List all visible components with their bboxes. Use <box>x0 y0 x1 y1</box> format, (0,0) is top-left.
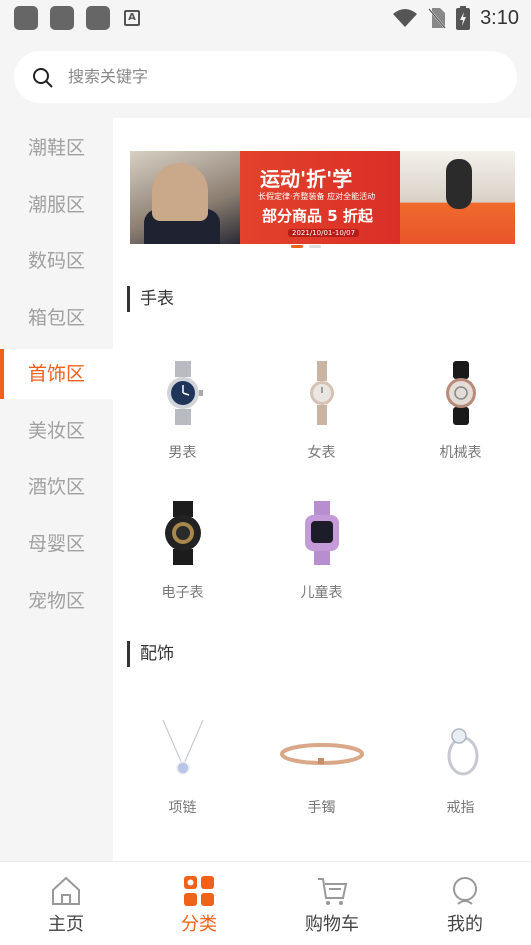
no-sim-icon <box>428 8 446 29</box>
banner-date: 2021/10/01-10/07 <box>288 229 360 237</box>
notification-icon <box>14 6 38 30</box>
sidebar-item-beauty[interactable]: 美妆区 <box>0 406 113 456</box>
search-bar[interactable]: 搜索关键字 <box>14 51 517 103</box>
keyboard-indicator-icon: A <box>124 10 140 26</box>
search-icon <box>33 68 53 88</box>
digital-watch-icon <box>151 501 215 565</box>
category-sidebar: 潮鞋区 潮服区 数码区 箱包区 首饰区 美妆区 酒饮区 母婴区 宠物区 <box>0 118 113 861</box>
pagination-dot <box>291 245 303 248</box>
tab-cart[interactable]: 购物车 <box>266 862 398 936</box>
banner-model-image <box>152 163 208 221</box>
category-item-label: 机械表 <box>439 445 482 461</box>
kids-watch-icon <box>290 501 354 565</box>
category-item-womens-watch[interactable]: 女表 <box>252 361 391 462</box>
tab-label: 我的 <box>447 914 483 935</box>
clock: 3:10 <box>480 6 519 29</box>
sidebar-item-pets[interactable]: 宠物区 <box>0 576 113 626</box>
category-item-kids-watch[interactable]: 儿童表 <box>252 501 391 602</box>
sidebar-item-jewelry[interactable]: 首饰区 <box>0 349 113 399</box>
category-item-label: 女表 <box>307 445 336 461</box>
category-item-label: 儿童表 <box>300 585 343 601</box>
category-item-label: 电子表 <box>161 585 204 601</box>
profile-icon <box>448 874 482 908</box>
sidebar-item-clothing[interactable]: 潮服区 <box>0 180 113 230</box>
promo-banner[interactable]: 运动'折'学 长假定律·齐整装备 应对全能活动 部分商品 5 折起 2021/1… <box>130 151 515 244</box>
category-item-mens-watch[interactable]: 男表 <box>113 361 252 462</box>
tab-category[interactable]: 分类 <box>133 862 265 936</box>
mens-watch-icon <box>151 361 215 425</box>
cart-icon <box>315 874 349 908</box>
category-item-digital-watch[interactable]: 电子表 <box>113 501 252 602</box>
status-bar: A 3:10 <box>0 0 531 38</box>
tab-profile[interactable]: 我的 <box>399 862 531 936</box>
bracelet-icon <box>279 716 364 780</box>
category-item-ring[interactable]: 戒指 <box>391 716 530 817</box>
tab-home[interactable]: 主页 <box>0 862 132 936</box>
sidebar-item-baby[interactable]: 母婴区 <box>0 519 113 569</box>
womens-watch-icon <box>290 361 354 425</box>
notification-icon <box>86 6 110 30</box>
banner-runner-image <box>446 159 472 209</box>
ring-icon <box>429 716 493 780</box>
category-item-label: 项链 <box>168 800 197 816</box>
sidebar-item-bags[interactable]: 箱包区 <box>0 293 113 343</box>
category-item-label: 男表 <box>168 445 197 461</box>
sidebar-item-drinks[interactable]: 酒饮区 <box>0 462 113 512</box>
pagination-dot <box>309 245 321 248</box>
category-item-necklace[interactable]: 项链 <box>113 716 252 817</box>
sidebar-item-shoes[interactable]: 潮鞋区 <box>0 123 113 173</box>
category-item-label: 手镯 <box>307 800 336 816</box>
sidebar-item-digital[interactable]: 数码区 <box>0 236 113 286</box>
home-icon <box>49 874 83 908</box>
banner-pagination <box>291 245 321 248</box>
tab-label: 主页 <box>48 914 84 935</box>
banner-subtitle: 长假定律·齐整装备 应对全能活动 <box>258 192 376 201</box>
tab-label: 分类 <box>181 914 217 935</box>
category-item-bracelet[interactable]: 手镯 <box>252 716 391 817</box>
notification-icon <box>50 6 74 30</box>
bottom-tab-bar: 主页 分类 购物车 我的 <box>0 861 531 945</box>
section-title-watches: 手表 <box>127 286 174 312</box>
section-title-accessories: 配饰 <box>127 641 174 667</box>
mechanical-watch-icon <box>429 361 493 425</box>
category-item-mechanical-watch[interactable]: 机械表 <box>391 361 530 462</box>
category-content: 运动'折'学 长假定律·齐整装备 应对全能活动 部分商品 5 折起 2021/1… <box>113 118 531 861</box>
necklace-icon <box>151 716 215 780</box>
banner-title: 运动'折'学 <box>260 167 353 191</box>
battery-icon <box>456 6 471 30</box>
category-icon <box>182 874 216 908</box>
search-input[interactable]: 搜索关键字 <box>68 51 148 103</box>
category-item-label: 戒指 <box>446 800 475 816</box>
wifi-icon <box>393 9 418 27</box>
tab-label: 购物车 <box>305 914 359 935</box>
banner-promo: 部分商品 5 折起 <box>262 207 373 225</box>
